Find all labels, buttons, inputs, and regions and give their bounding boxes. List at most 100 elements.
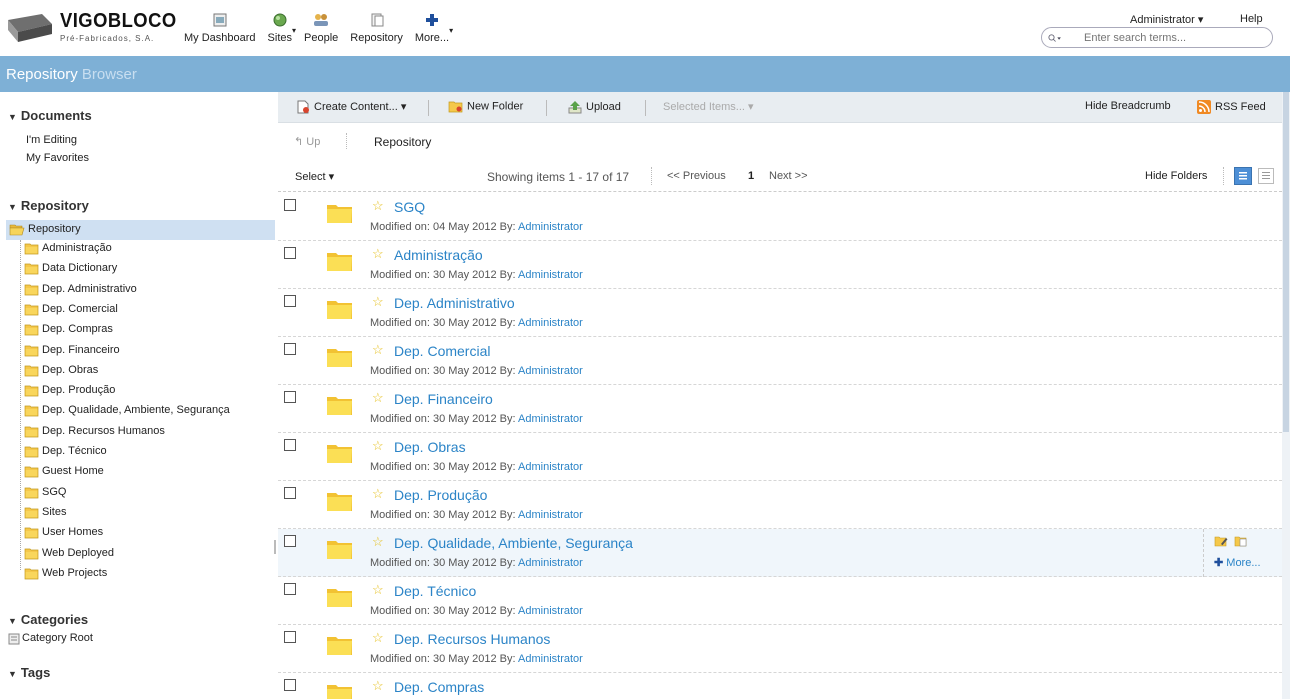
search-icon[interactable]	[1048, 31, 1062, 45]
hide-folders-button[interactable]: Hide Folders	[1145, 170, 1207, 182]
item-title-link[interactable]: Dep. Financeiro	[394, 391, 493, 407]
favorite-star-icon[interactable]: ☆	[372, 486, 384, 502]
favorite-star-icon[interactable]: ☆	[372, 198, 384, 214]
favorite-star-icon[interactable]: ☆	[372, 390, 384, 406]
favorite-star-icon[interactable]: ☆	[372, 534, 384, 550]
scrollbar[interactable]	[1282, 92, 1290, 699]
nav-repository[interactable]: Repository	[344, 12, 409, 44]
modifier-link[interactable]: Administrator	[518, 413, 583, 425]
list-item[interactable]: ☆ Dep. Recursos Humanos Modified on: 30 Ma…	[278, 625, 1282, 673]
nav-more[interactable]: More... ▾	[409, 12, 455, 44]
help-link[interactable]: Help	[1240, 13, 1263, 25]
row-checkbox[interactable]	[284, 199, 296, 211]
favorite-star-icon[interactable]: ☆	[372, 294, 384, 310]
breadcrumb-current[interactable]: Repository	[374, 135, 431, 149]
list-item[interactable]: ☆ Dep. Obras Modified on: 30 May 2012 By: …	[278, 433, 1282, 481]
modifier-link[interactable]: Administrator	[518, 269, 583, 281]
row-checkbox[interactable]	[284, 247, 296, 259]
list-item[interactable]: ☆ Dep. Comercial Modified on: 30 May 2012 …	[278, 337, 1282, 385]
item-title-link[interactable]: Dep. Compras	[394, 679, 484, 695]
row-checkbox[interactable]	[284, 487, 296, 499]
row-checkbox[interactable]	[284, 295, 296, 307]
row-checkbox[interactable]	[284, 343, 296, 355]
folder-icon[interactable]	[326, 393, 354, 417]
select-menu-button[interactable]: Select ▾	[295, 170, 334, 183]
repository-heading[interactable]: ▼ Repository	[8, 198, 89, 213]
scrollbar-thumb[interactable]	[1283, 92, 1289, 432]
modifier-link[interactable]: Administrator	[518, 317, 583, 329]
search-input[interactable]	[1084, 30, 1264, 45]
nav-sites[interactable]: Sites ▾	[262, 12, 298, 44]
create-content-button[interactable]: Create Content... ▾	[296, 100, 406, 114]
list-item[interactable]: ☆ Dep. Técnico Modified on: 30 May 2012 By…	[278, 577, 1282, 625]
list-item[interactable]: ☆ Dep. Financeiro Modified on: 30 May 2012…	[278, 385, 1282, 433]
modifier-link[interactable]: Administrator	[518, 605, 583, 617]
row-checkbox[interactable]	[284, 439, 296, 451]
edit-folder-icon[interactable]	[1214, 535, 1228, 547]
list-item[interactable]: ☆ Dep. Qualidade, Ambiente, Segurança Modi…	[278, 529, 1282, 577]
folder-icon[interactable]	[326, 489, 354, 513]
modifier-link[interactable]: Administrator	[518, 653, 583, 665]
row-checkbox[interactable]	[284, 391, 296, 403]
row-checkbox[interactable]	[284, 679, 296, 691]
list-item[interactable]: ☆ Dep. Compras	[278, 673, 1282, 699]
item-title-link[interactable]: Dep. Comercial	[394, 343, 490, 359]
item-title-link[interactable]: Administração	[394, 247, 483, 263]
nav-my-dashboard[interactable]: My Dashboard	[178, 12, 262, 44]
user-menu[interactable]: Administrator ▾	[1130, 13, 1203, 26]
modifier-link[interactable]: Administrator	[518, 557, 583, 569]
folder-icon[interactable]	[326, 297, 354, 321]
folder-icon[interactable]	[326, 681, 354, 699]
categories-heading[interactable]: ▼ Categories	[8, 612, 88, 627]
folder-icon[interactable]	[326, 537, 354, 561]
row-checkbox[interactable]	[284, 535, 296, 547]
folder-icon[interactable]	[326, 201, 354, 225]
item-title-link[interactable]: Dep. Qualidade, Ambiente, Segurança	[394, 535, 633, 551]
folder-icon[interactable]	[326, 633, 354, 657]
favorite-star-icon[interactable]: ☆	[372, 246, 384, 262]
item-title-link[interactable]: Dep. Obras	[394, 439, 466, 455]
tags-heading[interactable]: ▼ Tags	[8, 665, 50, 680]
selected-items-button[interactable]: Selected Items... ▾	[663, 100, 754, 113]
item-title-link[interactable]: Dep. Produção	[394, 487, 487, 503]
item-title-link[interactable]: SGQ	[394, 199, 425, 215]
item-title-link[interactable]: Dep. Técnico	[394, 583, 476, 599]
list-item[interactable]: ☆ Dep. Produção Modified on: 30 May 2012 B…	[278, 481, 1282, 529]
documents-link-favorites[interactable]: My Favorites	[26, 152, 89, 164]
favorite-star-icon[interactable]: ☆	[372, 438, 384, 454]
favorite-star-icon[interactable]: ☆	[372, 630, 384, 646]
upload-button[interactable]: Upload	[568, 100, 621, 114]
simple-view-icon[interactable]	[1258, 168, 1274, 184]
more-actions-button[interactable]: ✚ More...	[1214, 556, 1261, 569]
favorite-star-icon[interactable]: ☆	[372, 678, 384, 694]
item-title-link[interactable]: Dep. Administrativo	[394, 295, 515, 311]
modifier-link[interactable]: Administrator	[518, 509, 583, 521]
row-checkbox[interactable]	[284, 583, 296, 595]
copy-folder-icon[interactable]	[1234, 535, 1248, 547]
favorite-star-icon[interactable]: ☆	[372, 342, 384, 358]
sidebar-resize-handle[interactable]	[274, 540, 276, 554]
folder-icon[interactable]	[326, 345, 354, 369]
list-item[interactable]: ☆ Administração Modified on: 30 May 2012 B…	[278, 241, 1282, 289]
list-item[interactable]: ☆ SGQ Modified on: 04 May 2012 By: Adminis…	[278, 193, 1282, 241]
previous-page-link[interactable]: << Previous	[667, 170, 726, 182]
favorite-star-icon[interactable]: ☆	[372, 582, 384, 598]
brand-logo[interactable]: VIGOBLOCO Pré-Fabricados, S.A.	[8, 8, 176, 48]
hide-breadcrumb-button[interactable]: Hide Breadcrumb	[1085, 100, 1171, 112]
rss-feed-button[interactable]: RSS Feed	[1197, 100, 1266, 114]
detailed-view-icon[interactable]	[1234, 167, 1252, 185]
modifier-link[interactable]: Administrator	[518, 365, 583, 377]
row-checkbox[interactable]	[284, 631, 296, 643]
folder-icon[interactable]	[326, 585, 354, 609]
modifier-link[interactable]: Administrator	[518, 461, 583, 473]
documents-heading[interactable]: ▼ Documents	[8, 108, 92, 123]
tree-root-repository[interactable]: Repository	[6, 220, 275, 240]
up-button[interactable]: ↰ Up	[294, 135, 320, 148]
new-folder-button[interactable]: New Folder	[448, 100, 523, 113]
list-item[interactable]: ☆ Dep. Administrativo Modified on: 30 May …	[278, 289, 1282, 337]
nav-people[interactable]: People	[298, 12, 344, 44]
next-page-link[interactable]: Next >>	[769, 170, 808, 182]
documents-link-editing[interactable]: I'm Editing	[26, 134, 77, 146]
folder-icon[interactable]	[326, 441, 354, 465]
item-title-link[interactable]: Dep. Recursos Humanos	[394, 631, 550, 647]
